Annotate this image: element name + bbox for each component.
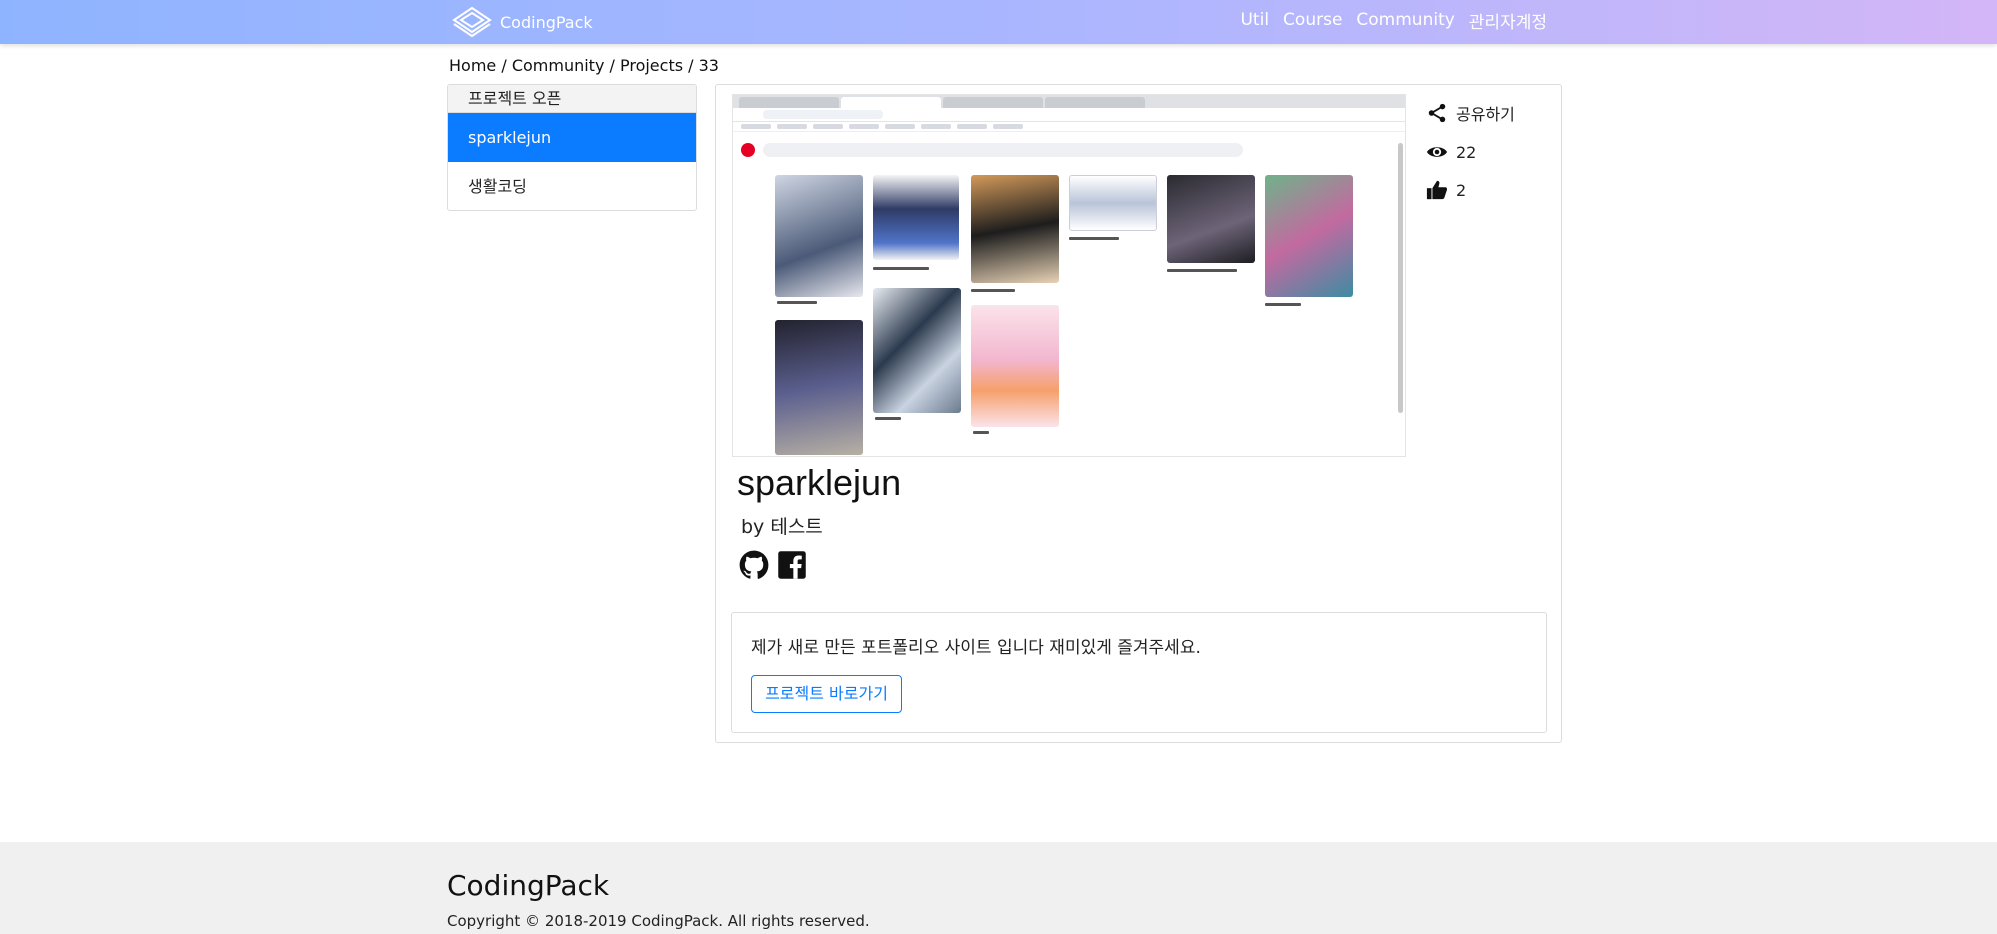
- thumbs-up-icon: [1426, 180, 1448, 200]
- project-screenshot: [732, 94, 1406, 457]
- nav-link-course[interactable]: Course: [1283, 10, 1342, 30]
- sidebar-header: 프로젝트 오픈: [448, 85, 696, 113]
- footer: CodingPack Copyright © 2018-2019 CodingP…: [0, 842, 1997, 934]
- like-button[interactable]: 2: [1426, 179, 1466, 201]
- share-icon: [1428, 103, 1446, 123]
- views-value: 22: [1456, 142, 1477, 162]
- description-box: 제가 새로 만든 포트폴리오 사이트 입니다 재미있게 즐겨주세요. 프로젝트 …: [731, 612, 1547, 733]
- nav-links: Util Course Community 관리자계정: [1240, 0, 1547, 40]
- breadcrumb: Home / Community / Projects / 33: [449, 56, 719, 75]
- facebook-icon[interactable]: [777, 550, 807, 580]
- project-title: sparklejun: [737, 462, 902, 503]
- brand-link[interactable]: CodingPack: [452, 4, 593, 40]
- project-description: 제가 새로 만든 포트폴리오 사이트 입니다 재미있게 즐겨주세요.: [751, 638, 1201, 658]
- sidebar: 프로젝트 오픈 sparklejun 생활코딩: [447, 84, 697, 211]
- navbar: CodingPack Util Course Community 관리자계정: [0, 0, 1997, 44]
- eye-icon: [1426, 147, 1448, 157]
- share-button[interactable]: 공유하기: [1426, 101, 1515, 125]
- social-links: [739, 550, 807, 580]
- nav-link-community[interactable]: Community: [1356, 10, 1454, 30]
- project-author: by 테스트: [741, 516, 823, 538]
- sidebar-item-saenghwal-coding[interactable]: 생활코딩: [448, 162, 696, 210]
- goto-project-button[interactable]: 프로젝트 바로가기: [751, 675, 902, 713]
- brand-logo-icon: [452, 6, 492, 38]
- nav-link-admin-account[interactable]: 관리자계정: [1469, 8, 1547, 33]
- footer-copyright: Copyright © 2018-2019 CodingPack. All ri…: [447, 912, 870, 930]
- share-label: 공유하기: [1456, 105, 1515, 124]
- brand-name: CodingPack: [500, 12, 593, 32]
- likes-value: 2: [1456, 180, 1467, 200]
- project-card: 공유하기 22 2 sparklejun by 테스트 제가 새로 만든 포트폴…: [715, 84, 1562, 743]
- github-icon[interactable]: [739, 550, 769, 580]
- sidebar-item-sparklejun[interactable]: sparklejun: [448, 113, 696, 162]
- footer-brand: CodingPack: [447, 869, 610, 902]
- nav-link-util[interactable]: Util: [1240, 10, 1269, 30]
- views-count: 22: [1426, 141, 1476, 163]
